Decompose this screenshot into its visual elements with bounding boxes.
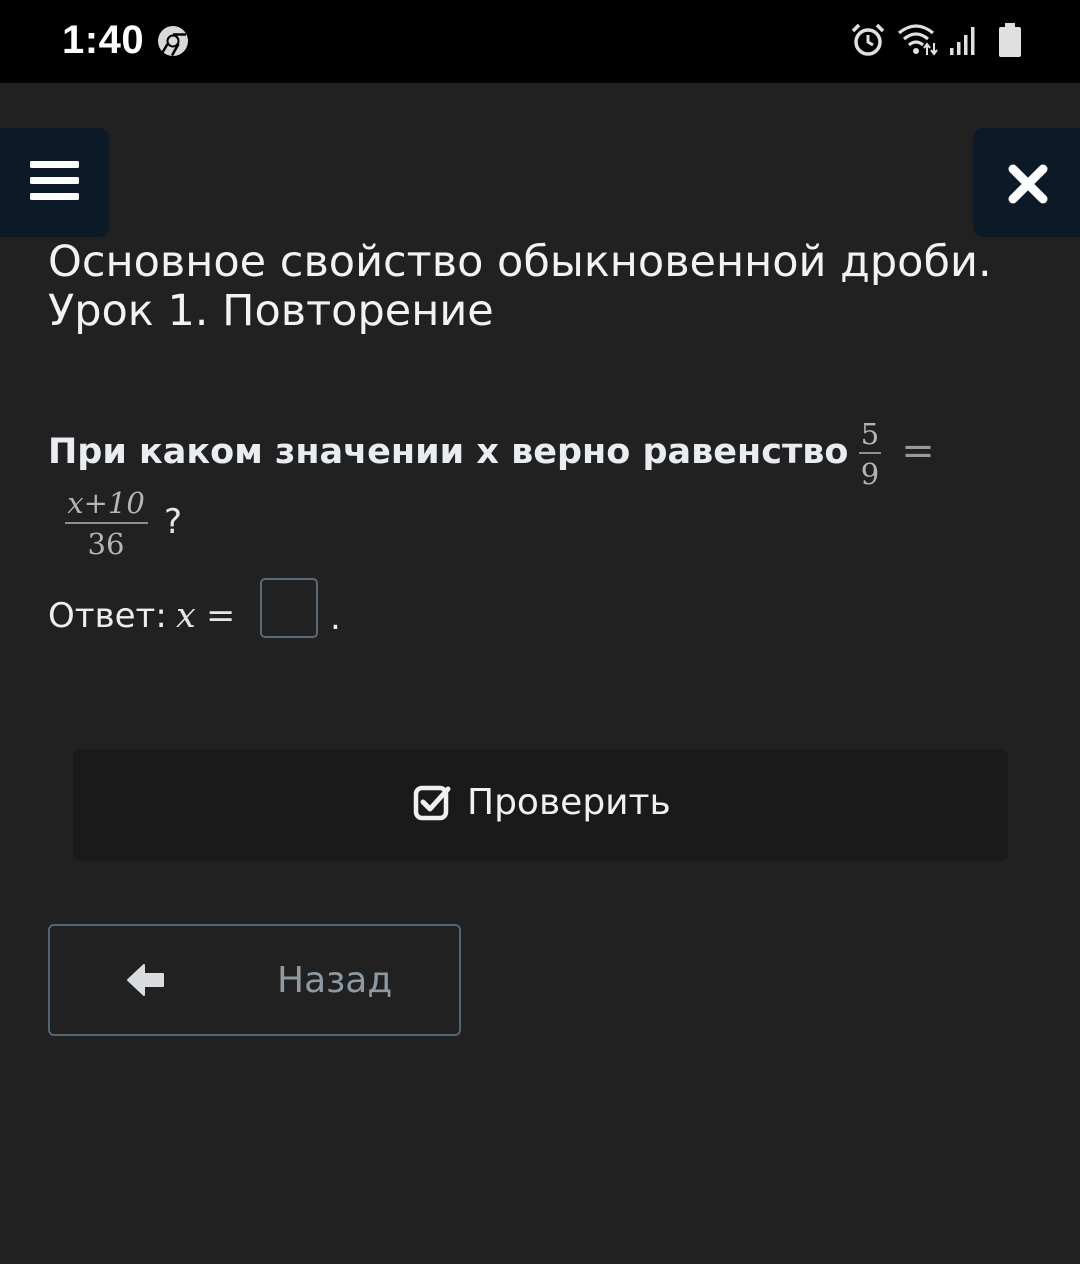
arrow-left-icon [127,964,164,996]
fraction-1-bar [859,452,881,454]
alarm-icon [851,23,885,56]
answer-variable: x [176,596,196,636]
equation-equals: = [901,428,935,474]
battery-icon [999,23,1021,57]
check-button-label: Проверить [467,782,671,823]
hamburger-menu-icon [30,161,79,200]
close-button[interactable] [973,128,1080,237]
fraction-1-denominator: 9 [860,457,880,491]
question-mark: ? [164,502,183,542]
status-time: 1:40 [62,18,145,62]
check-button[interactable]: Проверить [73,749,1008,861]
answer-equals: = [206,596,236,636]
back-button-label: Назад [277,960,393,1001]
fraction-2-denominator: 36 [87,527,125,561]
close-icon [1008,164,1048,204]
wifi-icon [897,24,938,56]
page-title: Основное свойство обыкновенной дроби. Ур… [48,238,1058,336]
fraction-2-numerator: x+10 [67,486,145,520]
signal-icon [950,27,975,55]
answer-label: Ответ: [48,596,167,636]
fraction-1-numerator: 5 [860,417,880,451]
answer-period: . [330,598,341,638]
checkbox-check-icon [413,785,451,821]
status-bar: 1:40 [0,0,1080,83]
back-button[interactable]: Назад [48,924,461,1036]
question-text: При каком значении x верно равенство [48,432,849,472]
chrome-icon [158,26,188,57]
fraction-2-bar [65,522,148,524]
page-title-line-1: Основное свойство обыкновенной дроби. [48,237,992,287]
answer-input[interactable] [260,578,318,638]
menu-button[interactable] [0,128,109,237]
page-title-line-2: Урок 1. Повторение [48,286,494,336]
